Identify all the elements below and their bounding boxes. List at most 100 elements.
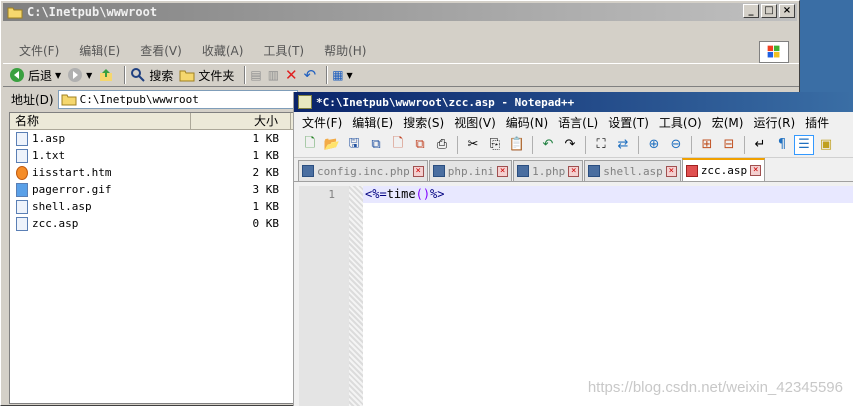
replace-button[interactable]: ⇄ [613,135,633,155]
delete-x-icon: ✕ [285,66,298,84]
list-item[interactable]: iisstart.htm 2 KB [10,164,308,181]
toolbar-separator [457,135,458,154]
menu-favorites[interactable]: 收藏(A) [192,42,254,59]
list-item[interactable]: 1.asp 1 KB [10,130,308,147]
zoom-in-button[interactable]: ⊕ [644,135,664,155]
cut-button[interactable]: ✂ [463,135,483,155]
npp-menu-plugins[interactable]: 插件 [803,114,837,131]
toolbar-separator [124,66,127,84]
show-all-chars-button[interactable]: ¶ [772,135,792,155]
list-item[interactable]: shell.asp 1 KB [10,198,308,215]
folder-icon [7,7,23,19]
tab-1-php[interactable]: 1.php × [513,160,584,181]
npp-menu-language[interactable]: 语言(L) [556,114,606,131]
find-button[interactable]: ⛶ [591,135,611,155]
print-icon: ⎙ [436,137,448,152]
list-item[interactable]: 1.txt 1 KB [10,147,308,164]
forward-button[interactable]: ▼ [67,67,92,83]
save-button[interactable]: 🖫 [344,135,364,155]
htm-file-icon [16,165,28,180]
close-icon[interactable]: × [412,165,424,177]
close-button[interactable]: × [779,4,795,18]
copy-button[interactable]: ⎘ [485,135,505,155]
close-icon[interactable]: × [568,165,580,177]
paste-icon: 📋 [508,137,526,152]
npp-menu-tools[interactable]: 工具(O) [657,114,710,131]
indent-guide-button[interactable]: ☰ [794,134,814,155]
file-list[interactable]: 名称 大小 1.asp 1 KB 1.txt 1 KB iisstart.htm… [9,112,309,404]
close-all-button[interactable]: ⧉ [410,135,430,155]
undo-button[interactable]: ↶ [538,135,558,155]
close-icon[interactable]: × [497,165,509,177]
new-file-button[interactable]: 🗋 [300,135,320,155]
tab-shell-asp[interactable]: shell.asp × [584,160,681,181]
scissors-icon: ✂ [467,137,479,152]
folders-button[interactable]: 文件夹 [179,67,234,84]
close-file-button[interactable]: 🗋 [388,135,408,155]
tab-zcc-asp[interactable]: zcc.asp × [681,158,766,181]
print-button[interactable]: ⎙ [432,135,452,155]
asp-file-icon [16,216,28,231]
redo-icon: ↷ [564,137,576,152]
menu-file[interactable]: 文件(F) [9,42,69,59]
sync-vertical-button[interactable]: ⊞ [697,135,717,155]
word-wrap-button[interactable]: ↵ [750,135,770,155]
notepad-window[interactable]: *C:\Inetpub\wwwroot\zcc.asp - Notepad++ … [293,92,853,406]
open-file-button[interactable]: 📂 [322,135,342,155]
npp-menu-macro[interactable]: 宏(M) [710,114,752,131]
saved-file-icon [432,165,445,177]
replace-icon: ⇄ [617,137,629,152]
views-button[interactable]: ▦ ▼ [332,68,353,82]
explorer-title-bar[interactable]: C:\Inetpub\wwwroot _ □ × [3,3,797,21]
undo-button[interactable]: ↶ [304,66,317,84]
save-all-button[interactable]: ⧉ [366,135,386,155]
column-header-name[interactable]: 名称 [10,113,191,129]
list-item[interactable]: pagerror.gif 3 KB [10,181,308,198]
close-icon[interactable]: × [665,165,677,177]
address-input[interactable]: C:\Inetpub\wwwroot [57,89,298,109]
language-button[interactable]: ▣ [816,135,836,155]
sync-horizontal-button[interactable]: ⊟ [719,135,739,155]
list-item[interactable]: zcc.asp 0 KB [10,215,308,232]
menu-tools[interactable]: 工具(T) [253,42,314,59]
npp-menu-run[interactable]: 运行(R) [751,114,803,131]
move-to-button[interactable]: ▤ [250,68,261,82]
zoom-out-button[interactable]: ⊖ [666,135,686,155]
npp-menu-edit[interactable]: 编辑(E) [350,114,401,131]
copy-to-button[interactable]: ▥ [268,68,279,82]
column-header-size[interactable]: 大小 [191,113,291,129]
menu-view[interactable]: 查看(V) [130,42,192,59]
toolbar-separator [744,135,745,154]
notepad-title: *C:\Inetpub\wwwroot\zcc.asp - Notepad++ [316,95,575,109]
back-arrow-icon [10,68,24,82]
npp-menu-search[interactable]: 搜索(S) [401,114,452,131]
pilcrow-icon: ¶ [777,137,787,152]
menu-edit[interactable]: 编辑(E) [69,42,130,59]
chevron-down-icon: ▼ [346,70,353,80]
tab-php-ini[interactable]: php.ini × [428,160,513,181]
menu-help[interactable]: 帮助(H) [314,42,376,59]
paste-button[interactable]: 📋 [507,135,527,155]
npp-menu-encoding[interactable]: 编码(N) [504,114,556,131]
explorer-menu-bar: 文件(F) 编辑(E) 查看(V) 收藏(A) 工具(T) 帮助(H) [3,39,763,61]
up-folder-button[interactable] [98,67,114,83]
tab-config-inc-php[interactable]: config.inc.php × [298,160,428,181]
notepad-title-bar[interactable]: *C:\Inetpub\wwwroot\zcc.asp - Notepad++ [294,92,853,112]
code-line[interactable]: <%=time()%> [363,186,853,203]
delete-button[interactable]: ✕ [285,66,298,84]
search-button[interactable]: 搜索 [130,67,173,84]
gif-file-icon [16,182,28,197]
npp-menu-view[interactable]: 视图(V) [452,114,504,131]
file-tabs: config.inc.php × php.ini × 1.php × shell… [294,158,853,182]
npp-menu-file[interactable]: 文件(F) [300,114,350,131]
fold-margin [349,186,363,406]
minimize-button[interactable]: _ [743,4,759,18]
maximize-button[interactable]: □ [761,4,777,18]
close-all-icon: ⧉ [415,137,425,152]
address-label: 地址(D) [11,92,54,107]
npp-menu-settings[interactable]: 设置(T) [606,114,657,131]
code-editor[interactable]: 1 <%=time()%> [299,186,853,406]
close-icon[interactable]: × [750,165,762,176]
back-button[interactable]: 后退 ▼ [9,67,61,84]
redo-button[interactable]: ↷ [560,135,580,155]
